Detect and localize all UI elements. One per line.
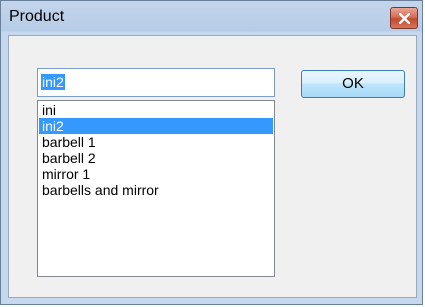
list-item[interactable]: barbell 1 [39,134,273,150]
list-item[interactable]: barbells and mirror [39,182,273,198]
product-listbox[interactable]: ini ini2 barbell 1 barbell 2 mirror 1 ba… [37,100,275,277]
ok-button[interactable]: OK [301,70,405,98]
list-item-selected[interactable]: ini2 [39,118,273,134]
list-item[interactable]: ini [39,102,273,118]
dialog-title: Product [9,8,65,25]
product-dialog: Product ini2 ini ini2 barbell 1 barbell … [0,0,423,305]
list-item[interactable]: mirror 1 [39,166,273,182]
close-button[interactable] [390,7,418,29]
list-item[interactable]: barbell 2 [39,150,273,166]
close-icon [399,13,410,24]
combo-selected-text: ini2 [41,74,65,90]
title-bar[interactable]: Product [1,1,422,35]
dialog-body: ini2 ini ini2 barbell 1 barbell 2 mirror… [8,35,417,298]
product-combo-input[interactable]: ini2 [37,68,275,97]
